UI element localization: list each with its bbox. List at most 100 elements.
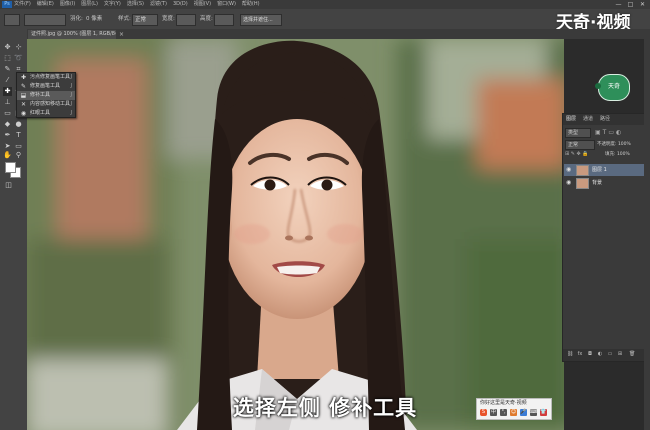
flyout-label: 红眼工具 [30, 110, 51, 116]
healing-tool-icon[interactable]: ✚ [3, 87, 12, 96]
blur-tool-icon[interactable]: ◆ [3, 120, 12, 129]
ime-voice-icon[interactable]: 🎤 [520, 409, 527, 416]
flyout-healing-brush[interactable]: ✎ 修复画笔工具 J [17, 82, 75, 91]
brand-badge: 天奇 [595, 74, 630, 101]
close-window-icon[interactable]: ✕ [638, 0, 647, 9]
flyout-content-aware-move[interactable]: ✕ 内容感知移动工具 J [17, 100, 75, 109]
flyout-label: 内容感知移动工具 [30, 101, 71, 107]
layer-row[interactable]: ◉ 图层 1 [564, 164, 644, 176]
menu-layer[interactable]: 图层(L) [81, 0, 98, 9]
photoshop-logo: Ps [2, 1, 12, 8]
marquee-tool-icon[interactable]: ⬚ [3, 54, 12, 63]
menu-view[interactable]: 视图(V) [194, 0, 211, 9]
menu-3d[interactable]: 3D(D) [173, 0, 188, 9]
adjustment-layer-icon[interactable]: ◐ [597, 351, 603, 358]
image-canvas[interactable] [27, 39, 564, 430]
layer-filter-select[interactable]: 类型 [565, 128, 591, 138]
shape-tool-icon[interactable]: ▭ [14, 142, 23, 151]
healing-tool-flyout: ✚ 污点修复画笔工具 J ✎ 修复画笔工具 J ⬓ 修补工具 J ✕ 内容感知移… [16, 72, 76, 118]
tab-paths[interactable]: 路径 [600, 115, 610, 124]
eyedropper-tool-icon[interactable]: ⁄ [3, 76, 12, 85]
opacity-control[interactable]: 不透明度: 100% [597, 140, 631, 149]
sogou-logo-icon[interactable]: S [480, 409, 487, 416]
delete-layer-icon[interactable]: 🗑 [629, 351, 635, 358]
document-tab-bar: 证件照.jpg @ 100% (图层 1, RGB/8#) × [27, 29, 650, 39]
spot-healing-icon: ✚ [20, 74, 27, 81]
link-layers-icon[interactable]: ⛓ [567, 351, 573, 358]
layers-panel: 图层 通道 路径 类型 ▣T▭◐ 正常 不透明度: 100% ⊞ ✎ ✥ 🔒 填… [562, 113, 646, 362]
dodge-tool-icon[interactable]: ● [14, 120, 23, 129]
flyout-shortcut: J [70, 83, 72, 89]
content-move-icon: ✕ [20, 101, 27, 108]
quick-mask-icon[interactable]: ◫ [4, 181, 13, 190]
layer-row[interactable]: ◉ 背景 [564, 177, 644, 189]
quick-select-tool-icon[interactable]: ✎ [3, 65, 12, 74]
menu-file[interactable]: 文件(F) [14, 0, 31, 9]
artboard-tool-icon[interactable]: ⊹ [14, 43, 23, 52]
visibility-eye-icon[interactable]: ◉ [566, 179, 573, 186]
type-tool-icon[interactable]: T [14, 131, 23, 140]
foreground-color-swatch[interactable] [5, 162, 16, 173]
ime-punctuation-icon[interactable]: °, [500, 409, 507, 416]
menu-window[interactable]: 窗口(W) [217, 0, 236, 9]
lasso-tool-icon[interactable]: ➰ [14, 54, 23, 63]
menu-help[interactable]: 帮助(H) [242, 0, 260, 9]
pen-tool-icon[interactable]: ✒ [3, 131, 12, 140]
eraser-tool-icon[interactable]: ▭ [3, 109, 12, 118]
flyout-shortcut: J [70, 92, 72, 98]
menu-select[interactable]: 选择(S) [127, 0, 144, 9]
document-tab[interactable]: 证件照.jpg @ 100% (图层 1, RGB/8#) [28, 30, 116, 39]
layers-panel-footer: ⛓ fx ◘ ◐ ▭ ⊞ 🗑 [563, 349, 645, 361]
blend-mode-select[interactable]: 正常 [565, 140, 595, 150]
style-select[interactable]: 正常 [132, 14, 158, 26]
move-tool-icon[interactable]: ✥ [3, 43, 12, 52]
ime-chinese-icon[interactable]: 中 [490, 409, 497, 416]
filter-icons[interactable]: ▣T▭◐ [595, 128, 623, 137]
zoom-tool-icon[interactable]: ⚲ [14, 151, 23, 160]
panel-dock-edge [644, 29, 650, 430]
visibility-eye-icon[interactable]: ◉ [566, 166, 573, 173]
flyout-spot-healing[interactable]: ✚ 污点修复画笔工具 J [17, 73, 75, 82]
menu-type[interactable]: 文字(Y) [104, 0, 121, 9]
selection-mode-buttons[interactable] [24, 14, 66, 26]
close-tab-icon[interactable]: × [119, 30, 124, 39]
tab-channels[interactable]: 通道 [583, 115, 593, 124]
path-select-tool-icon[interactable]: ➤ [3, 142, 12, 151]
feather-value[interactable]: 0 像素 [86, 14, 102, 24]
red-eye-icon: ◉ [20, 110, 27, 117]
lock-icons[interactable]: ⊞ ✎ ✥ 🔒 [565, 150, 589, 159]
feather-label: 羽化: [70, 16, 83, 22]
new-group-icon[interactable]: ▭ [607, 351, 613, 358]
lock-row: ⊞ ✎ ✥ 🔒 填充: 100% [565, 150, 643, 159]
patch-icon: ⬓ [20, 92, 27, 99]
ime-skin-icon[interactable]: 👕 [540, 409, 547, 416]
tool-preset-picker[interactable] [4, 14, 20, 26]
fill-control[interactable]: 填充: 100% [605, 150, 630, 159]
menu-bar: Ps 文件(F) 编辑(E) 图像(I) 图层(L) 文字(Y) 选择(S) 滤… [0, 0, 650, 9]
height-label: 高度: [200, 16, 213, 22]
menu-filter[interactable]: 滤镜(T) [150, 0, 167, 9]
layer-style-icon[interactable]: fx [577, 351, 583, 358]
height-input[interactable] [214, 14, 234, 26]
layer-filter-row: 类型 ▣T▭◐ [565, 128, 643, 138]
style-value: 正常 [135, 17, 147, 23]
hand-tool-icon[interactable]: ✋ [3, 151, 12, 160]
refine-edge-button[interactable]: 选择并遮住... [240, 14, 282, 26]
menu-image[interactable]: 图像(I) [60, 0, 75, 9]
healing-brush-icon: ✎ [20, 83, 27, 90]
flyout-label: 修复画笔工具 [30, 83, 61, 89]
portrait-photo [27, 39, 564, 430]
clone-stamp-tool-icon[interactable]: ⊥ [3, 98, 12, 107]
ime-emoji-icon[interactable]: ☺ [510, 409, 517, 416]
ime-keyboard-icon[interactable]: ⌨ [530, 409, 537, 416]
width-input[interactable] [176, 14, 196, 26]
layers-panel-tabs: 图层 通道 路径 [563, 114, 645, 125]
menu-edit[interactable]: 编辑(E) [37, 0, 54, 9]
blend-row: 正常 不透明度: 100% [565, 140, 643, 150]
flyout-red-eye[interactable]: ◉ 红眼工具 J [17, 109, 75, 118]
flyout-label: 污点修复画笔工具 [30, 74, 71, 80]
tab-layers[interactable]: 图层 [566, 115, 576, 124]
new-layer-icon[interactable]: ⊞ [617, 351, 623, 358]
add-mask-icon[interactable]: ◘ [587, 351, 593, 358]
flyout-patch-tool[interactable]: ⬓ 修补工具 J [17, 91, 75, 100]
